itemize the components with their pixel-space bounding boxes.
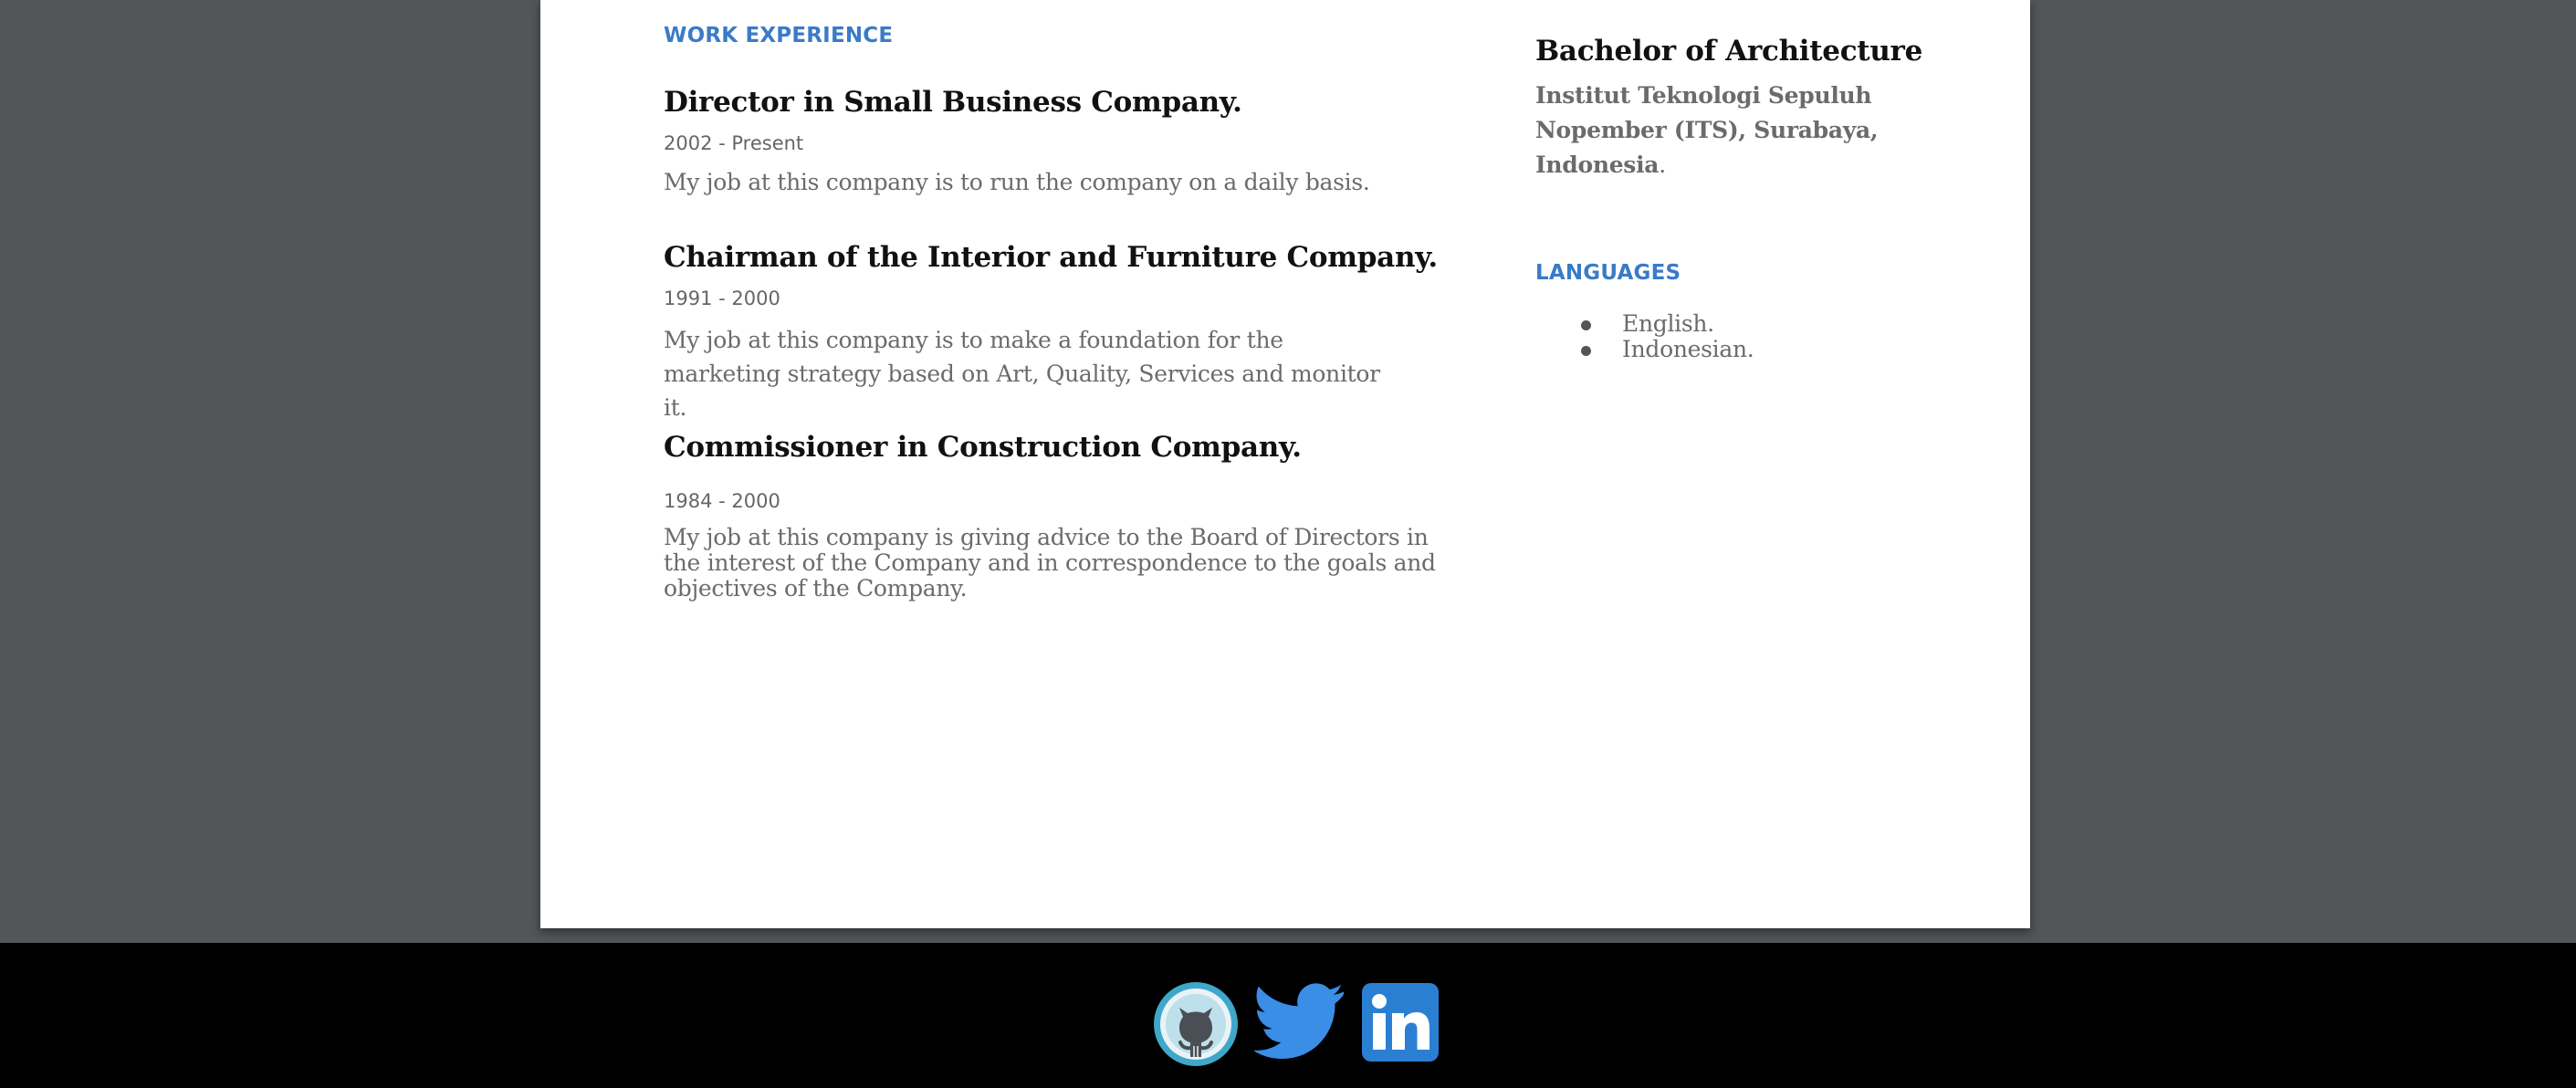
job-title: Commissioner in Construction Company.: [664, 431, 1302, 464]
education-school: Institut Teknologi Sepuluh Nopember (ITS…: [1535, 78, 1919, 183]
languages-heading: LANGUAGES: [1535, 261, 1681, 285]
viewport: WORK EXPERIENCE Director in Small Busine…: [0, 0, 2576, 1088]
job-date: 1984 - 2000: [664, 490, 780, 512]
linkedin-icon[interactable]: [1361, 982, 1440, 1062]
github-icon[interactable]: [1152, 980, 1240, 1068]
job-description: My job at this company is to make a foun…: [664, 327, 1380, 421]
education-school-suffix: .: [1659, 152, 1666, 178]
job-description: My job at this company is to run the com…: [664, 169, 1370, 195]
resume-page: WORK EXPERIENCE Director in Small Busine…: [540, 0, 2030, 928]
language-item: Indonesian.: [1535, 337, 1754, 362]
language-label: English.: [1622, 310, 1714, 337]
footer-bar: [0, 943, 2576, 1088]
job-title: Director in Small Business Company.: [664, 86, 1242, 119]
languages-list: English. Indonesian.: [1535, 311, 1754, 362]
language-label: Indonesian.: [1622, 336, 1754, 362]
bullet-icon: [1581, 346, 1591, 356]
bullet-icon: [1581, 320, 1591, 330]
job-title: Chairman of the Interior and Furniture C…: [664, 241, 1438, 274]
job-description: My job at this company is giving advice …: [664, 524, 1436, 602]
education-degree: Bachelor of Architecture: [1535, 35, 1923, 68]
work-experience-heading: WORK EXPERIENCE: [664, 24, 894, 47]
language-item: English.: [1535, 311, 1754, 337]
job-date: 2002 - Present: [664, 132, 804, 154]
job-date: 1991 - 2000: [664, 288, 780, 309]
education-school-name: Institut Teknologi Sepuluh Nopember (ITS…: [1535, 82, 1879, 178]
twitter-icon[interactable]: [1252, 983, 1346, 1063]
